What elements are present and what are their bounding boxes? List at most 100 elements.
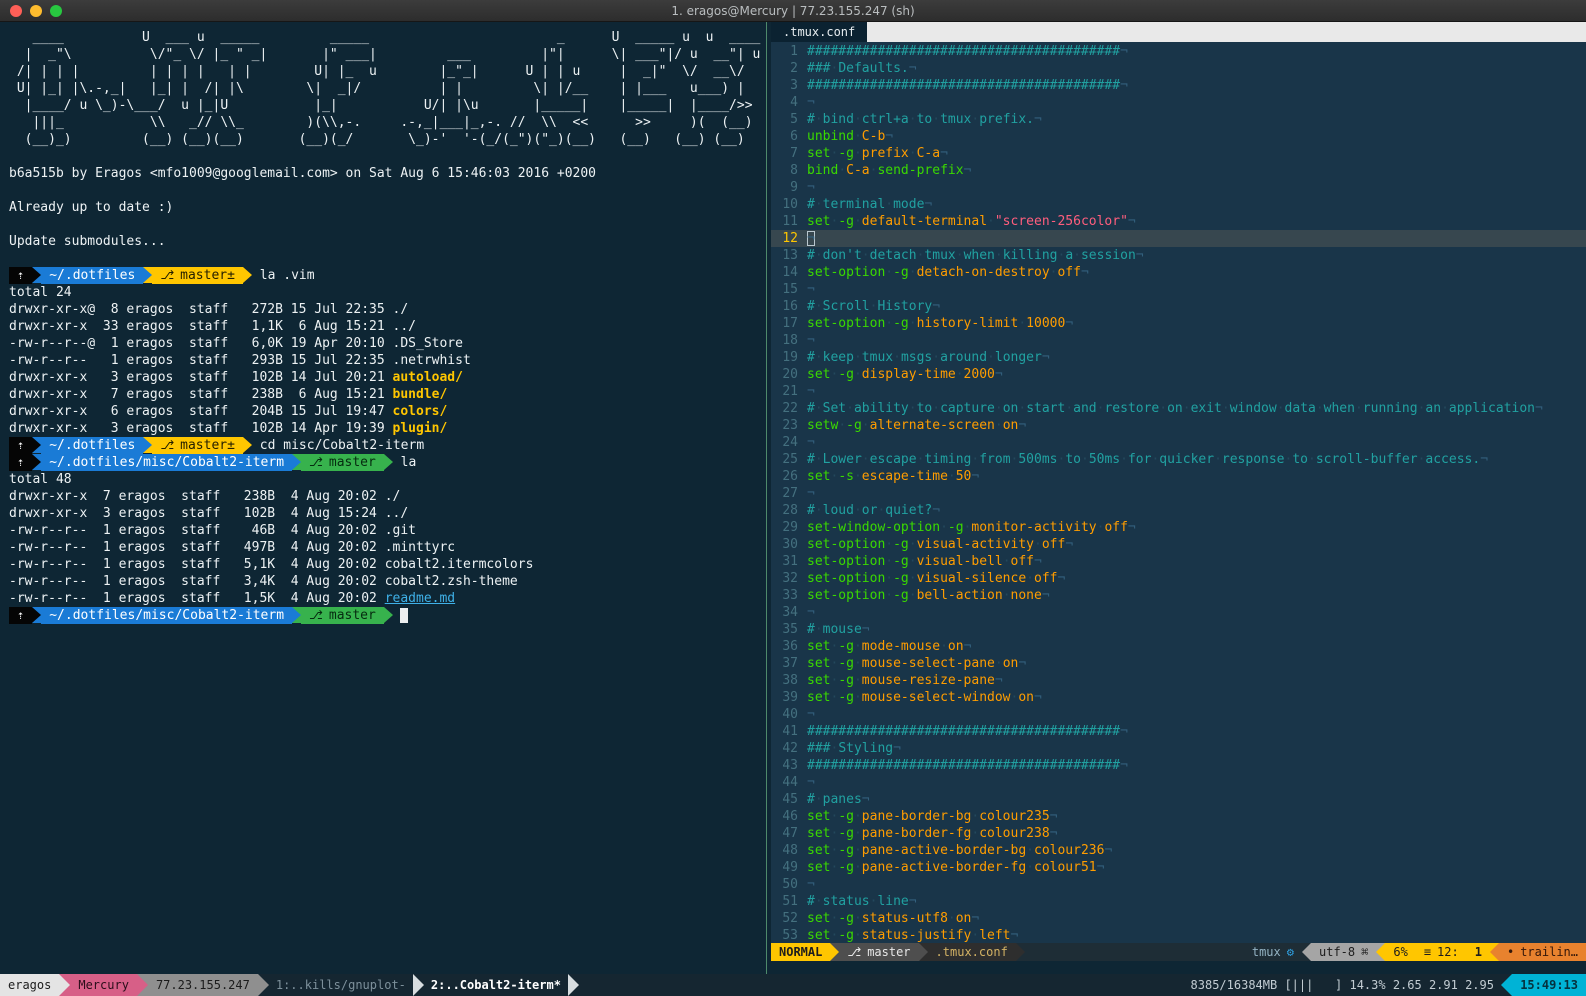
statusline-line-number: ≡12:: [1416, 943, 1467, 961]
directory-name: plugin/: [393, 421, 448, 436]
minimize-button[interactable]: [30, 5, 42, 17]
powerline-arrow: [568, 974, 579, 996]
powerline-arrow: [32, 454, 41, 470]
tmux-status-bar: eragosMercury77.23.155.2471:..kills/gnup…: [0, 974, 1586, 996]
tmux-window-active[interactable]: 2:..Cobalt2-iterm*: [424, 974, 568, 996]
eol-marker-icon: ¬: [1120, 724, 1128, 739]
eol-marker-icon: ¬: [1081, 265, 1089, 280]
prompt-path-segment: ~/.dotfiles/misc/Cobalt2-iterm: [41, 607, 292, 624]
vim-line: 37set·-g·mouse-select-pane·on¬: [771, 655, 1586, 672]
line-number: 17: [771, 315, 807, 332]
prompt-line: ⇡~/.dotfiles⎇master± cd misc/Cobalt2-ite…: [9, 437, 762, 454]
zoom-button[interactable]: [50, 5, 62, 17]
eol-marker-icon: ¬: [893, 741, 901, 756]
line-number: 43: [771, 757, 807, 774]
vim-line: 44¬: [771, 774, 1586, 791]
line-number: 32: [771, 570, 807, 587]
line-number: 35: [771, 621, 807, 638]
line-number: 47: [771, 825, 807, 842]
vim-line: 48set·-g·pane-active-border-bg·colour236…: [771, 842, 1586, 859]
eol-marker-icon: ¬: [1097, 860, 1105, 875]
terminal-text: drwxr-xr-x@ 8 eragos staff 272B 15 Jul 2…: [9, 302, 393, 317]
vim-line: 14set-option·-g·detach-on-destroy·off¬: [771, 264, 1586, 281]
vim-line: 36set·-g·mode-mouse·on¬: [771, 638, 1586, 655]
eol-marker-icon: ¬: [924, 197, 932, 212]
eol-marker-icon: ¬: [862, 622, 870, 637]
terminal-text: -rw-r--r-- 1 eragos staff 5,1K 4 Aug 20:…: [9, 557, 385, 572]
terminal-blank-line: [9, 148, 762, 165]
terminal-line: drwxr-xr-x 33 eragos staff 1,1K 6 Aug 15…: [9, 318, 762, 335]
eol-marker-icon: ¬: [862, 792, 870, 807]
eol-marker-icon: ¬: [807, 435, 815, 450]
vim-line: 35#·mouse¬: [771, 621, 1586, 638]
prompt-status-segment: ⇡: [9, 437, 32, 454]
powerline-arrow: [143, 267, 152, 283]
titlebar[interactable]: 1. eragos@Mercury | 77.23.155.247 (sh): [0, 0, 1586, 22]
vim-line: 26set·-s·escape-time·50¬: [771, 468, 1586, 485]
line-number: 33: [771, 587, 807, 604]
vim-line: 7set·-g·prefix·C-a¬: [771, 145, 1586, 162]
prompt-git-segment: ⎇master: [301, 454, 384, 471]
vim-line: 50¬: [771, 876, 1586, 893]
vim-line: 39set·-g·mouse-select-window·on¬: [771, 689, 1586, 706]
ascii-banner: ____ U ___ u _____ _____ _ U _____ u u _…: [9, 29, 762, 148]
vim-line: 53set·-g·status-justify·left¬: [771, 927, 1586, 943]
readme-link[interactable]: readme.md: [385, 591, 455, 606]
eol-marker-icon: ¬: [971, 469, 979, 484]
vim-line: 47set·-g·pane-border-fg·colour238¬: [771, 825, 1586, 842]
line-number: 23: [771, 417, 807, 434]
line-number: 5: [771, 111, 807, 128]
vim-line: 16#·Scroll·History¬: [771, 298, 1586, 315]
pane-separator[interactable]: [762, 22, 771, 974]
powerline-arrow: [243, 437, 252, 453]
shell-pane[interactable]: ____ U ___ u _____ _____ _ U _____ u u _…: [0, 22, 762, 974]
vim-line: 9¬: [771, 179, 1586, 196]
terminal-line: -rw-r--r-- 1 eragos staff 293B 15 Jul 22…: [9, 352, 762, 369]
terminal-blank-line: [9, 182, 762, 199]
powerline-arrow: [1302, 943, 1311, 961]
vim-line: 18¬: [771, 332, 1586, 349]
vim-line: 8bind·C-a·send-prefix¬: [771, 162, 1586, 179]
prompt-path-segment: ~/.dotfiles: [41, 267, 143, 284]
terminal-line: -rw-r--r-- 1 eragos staff 1,5K 4 Aug 20:…: [9, 590, 762, 607]
vim-pane[interactable]: .tmux.conf 1############################…: [771, 22, 1586, 974]
terminal-text: drwxr-xr-x 3 eragos staff 102B 14 Jul 20…: [9, 370, 393, 385]
vim-line: 33set-option·-g·bell-action·none¬: [771, 587, 1586, 604]
line-number: 10: [771, 196, 807, 213]
powerline-arrow: [143, 437, 152, 453]
cpu-percent: 14.3%: [1342, 974, 1385, 996]
statusline-filename: .tmux.conf: [928, 943, 1016, 961]
line-number: 50: [771, 876, 807, 893]
terminal-blank-line: [9, 216, 762, 233]
eol-marker-icon: ¬: [971, 911, 979, 926]
tmux-bar-spacer: [579, 974, 1191, 996]
powerline-arrow: [292, 454, 301, 470]
load-average: 2.65 2.91 2.95: [1386, 974, 1502, 996]
vim-line: 29set-window-option·-g·monitor-activity·…: [771, 519, 1586, 536]
vim-line: 43######################################…: [771, 757, 1586, 774]
tmux-window[interactable]: 1:..kills/gnuplot-: [269, 974, 413, 996]
eol-marker-icon: ¬: [1136, 248, 1144, 263]
line-number: 21: [771, 383, 807, 400]
line-number: 31: [771, 553, 807, 570]
line-number: 27: [771, 485, 807, 502]
eol-marker-icon: ¬: [807, 231, 815, 246]
terminal-text: total 48: [9, 472, 72, 487]
terminal-line: -rw-r--r-- 1 eragos staff 497B 4 Aug 20:…: [9, 539, 762, 556]
vim-line: 3#######################################…: [771, 77, 1586, 94]
vim-line: 49set·-g·pane-active-border-fg·colour51¬: [771, 859, 1586, 876]
clock: 15:49:13: [1512, 974, 1586, 996]
vim-tab[interactable]: .tmux.conf: [771, 22, 867, 42]
terminal-line: drwxr-xr-x 7 eragos staff 238B 4 Aug 20:…: [9, 488, 762, 505]
terminal-cursor: [400, 608, 408, 623]
vim-buffer[interactable]: 1#######################################…: [771, 42, 1586, 943]
statusline-encoding: utf-8⌘: [1311, 943, 1376, 961]
prompt-status-segment: ⇡: [9, 454, 32, 471]
powerline-arrow: [830, 943, 839, 961]
tmux-session-name[interactable]: eragos: [0, 974, 59, 996]
vim-line: 34¬: [771, 604, 1586, 621]
terminal-line: Update submodules...: [9, 233, 762, 250]
terminal-line: -rw-r--r-- 1 eragos staff 46B 4 Aug 20:0…: [9, 522, 762, 539]
prompt-status-segment: ⇡: [9, 607, 32, 624]
close-button[interactable]: [10, 5, 22, 17]
